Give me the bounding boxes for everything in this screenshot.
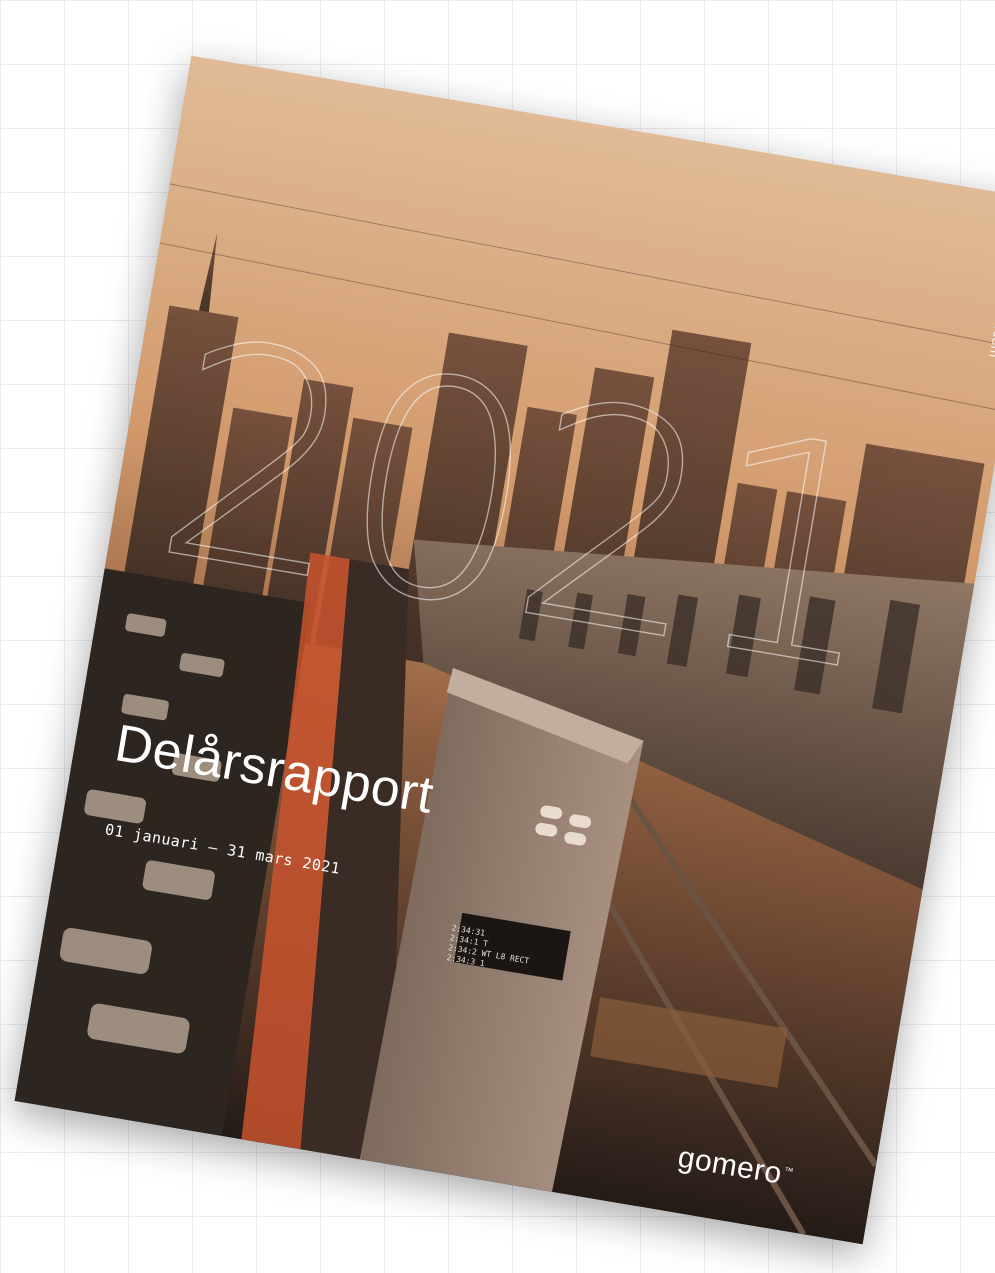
trademark-symbol: ™ <box>783 1165 795 1177</box>
report-cover: 2021 www.gomero.com Delårsrapport 01 jan… <box>14 55 995 1245</box>
background-grid: 2021 www.gomero.com Delårsrapport 01 jan… <box>0 0 995 1273</box>
